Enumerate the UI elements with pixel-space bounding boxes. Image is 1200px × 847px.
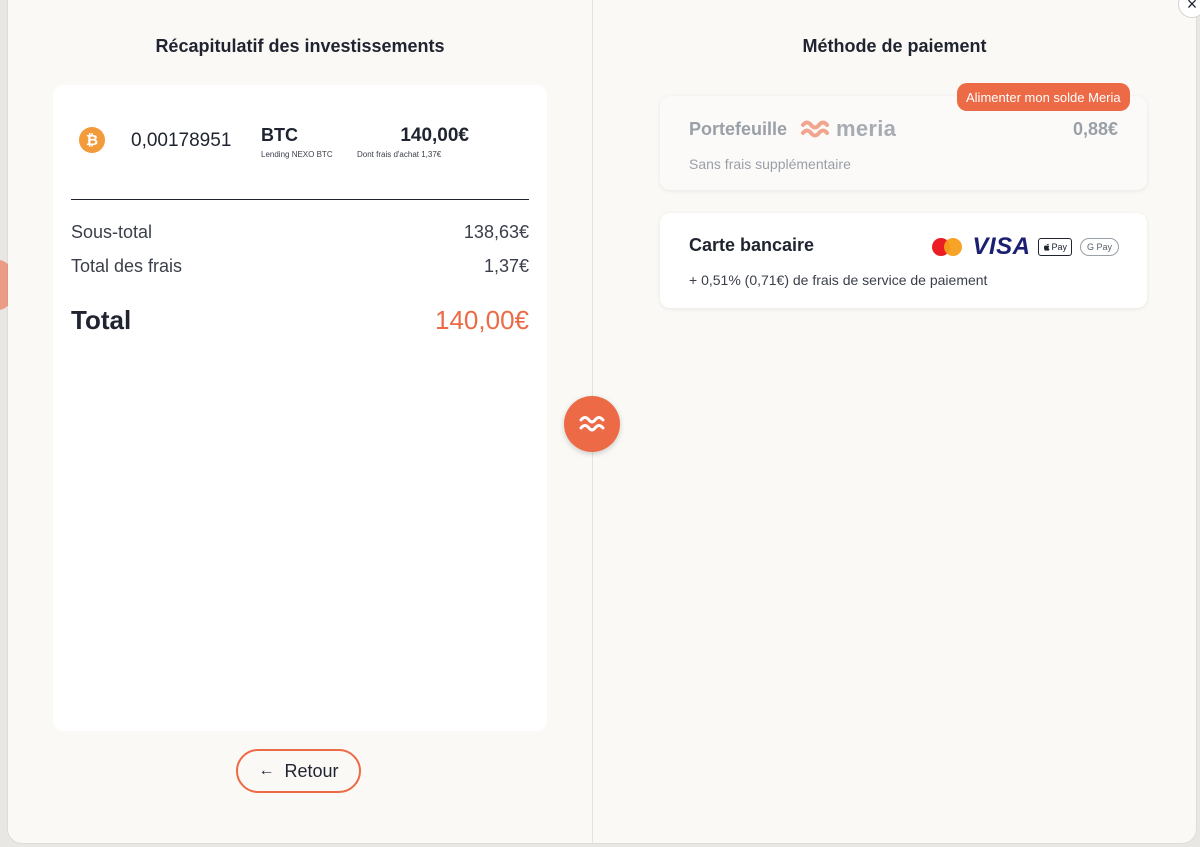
total-label: Total [71,305,132,335]
card-label: Carte bancaire [689,235,815,255]
visa-icon: VISA [972,233,1031,260]
card-payment-option[interactable]: Carte bancaire VISA Pay G Pay + 0,51% (0… [660,213,1147,308]
back-button-label: Retour [284,760,339,781]
bitcoin-icon: ₿ [79,127,105,153]
wallet-subtitle: Sans frais supplémentaire [689,156,851,172]
apple-pay-icon: Pay [1038,238,1072,256]
summary-divider [71,199,529,200]
card-fee-note: + 0,51% (0,71€) de frais de service de p… [689,272,988,288]
checkout-modal: Récapitulatif des investissements Méthod… [8,0,1196,843]
asset-product: Lending NEXO BTC [261,150,333,159]
apple-pay-label: Pay [1051,242,1067,252]
payment-title: Méthode de paiement [802,36,987,56]
subtotal-label: Sous-total [71,222,153,242]
meria-brand: meria [800,116,896,142]
wallet-label: Portefeuille [689,119,788,139]
google-pay-icon: G Pay [1079,238,1119,256]
wallet-balance: 0,88€ [1072,119,1118,139]
fees-label: Total des frais [71,256,183,276]
subtotal-value: 138,63€ [463,222,529,242]
card-brand-logos: VISA Pay G Pay [932,233,1119,261]
fees-value: 1,37€ [483,256,529,276]
asset-fees-note: Dont frais d'achat 1,37€ [357,150,442,159]
meria-mark-icon [801,120,829,138]
back-button[interactable]: ← Retour [236,749,361,793]
asset-row: ₿ 0,00178951 BTC Lending NEXO BTC 140,00… [71,123,531,163]
meria-logo-icon [564,396,620,452]
total-value: 140,00€ [435,305,529,335]
asset-amount: 140,00€ [400,125,469,146]
meria-wordmark: meria [836,116,897,141]
asset-symbol: BTC [261,125,298,145]
summary-title: Récapitulatif des investissements [155,36,445,56]
mastercard-icon [932,237,964,257]
asset-quantity: 0,00178951 [131,130,232,151]
top-up-balance-button[interactable]: Alimenter mon solde Meria [957,83,1130,111]
arrow-left-icon: ← [258,762,275,779]
investment-summary-card: ₿ 0,00178951 BTC Lending NEXO BTC 140,00… [53,85,547,731]
